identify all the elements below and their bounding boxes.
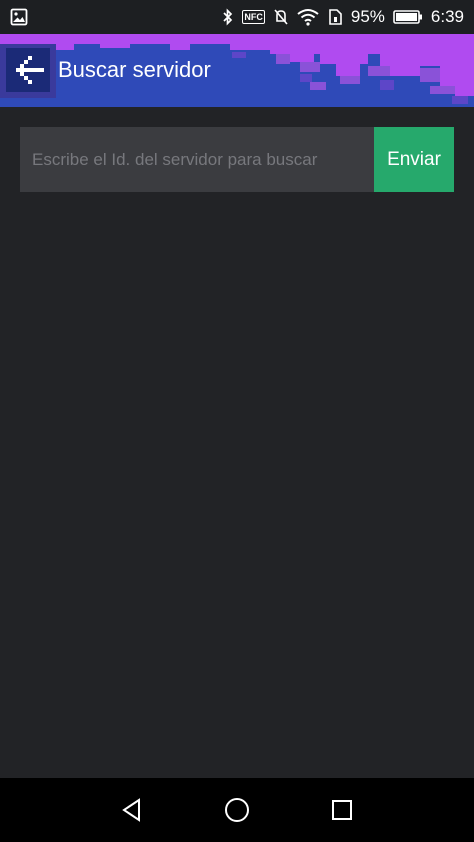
page-title: Buscar servidor [58, 57, 211, 82]
search-row: Enviar [20, 127, 454, 192]
nav-home-button[interactable] [215, 788, 259, 832]
bluetooth-icon [222, 8, 234, 26]
sim-icon [327, 8, 343, 26]
recents-square-icon [331, 800, 352, 820]
nav-recents-button[interactable] [320, 788, 364, 832]
nav-back-button[interactable] [110, 788, 154, 832]
back-triangle-icon [122, 798, 141, 822]
nav-bar [0, 778, 474, 842]
app-bar: Buscar servidor [0, 34, 474, 107]
back-button[interactable] [6, 48, 50, 92]
mute-icon [273, 8, 289, 26]
status-bar: NFC 95% 6:39 [0, 0, 474, 34]
battery-icon [393, 9, 423, 25]
back-arrow-icon [16, 56, 44, 84]
gallery-icon [10, 8, 28, 26]
wifi-icon [297, 8, 319, 26]
server-id-input[interactable] [20, 127, 374, 192]
nfc-icon: NFC [242, 10, 265, 24]
home-circle-icon [224, 798, 249, 822]
battery-percent: 95% [350, 7, 385, 26]
send-button[interactable]: Enviar [374, 127, 454, 192]
screen: NFC 95% 6:39 Buscar servidor Escribe el … [0, 0, 474, 842]
clock: 6:39 [430, 7, 464, 26]
status-left [10, 8, 28, 26]
status-right: NFC 95% 6:39 [222, 7, 464, 27]
